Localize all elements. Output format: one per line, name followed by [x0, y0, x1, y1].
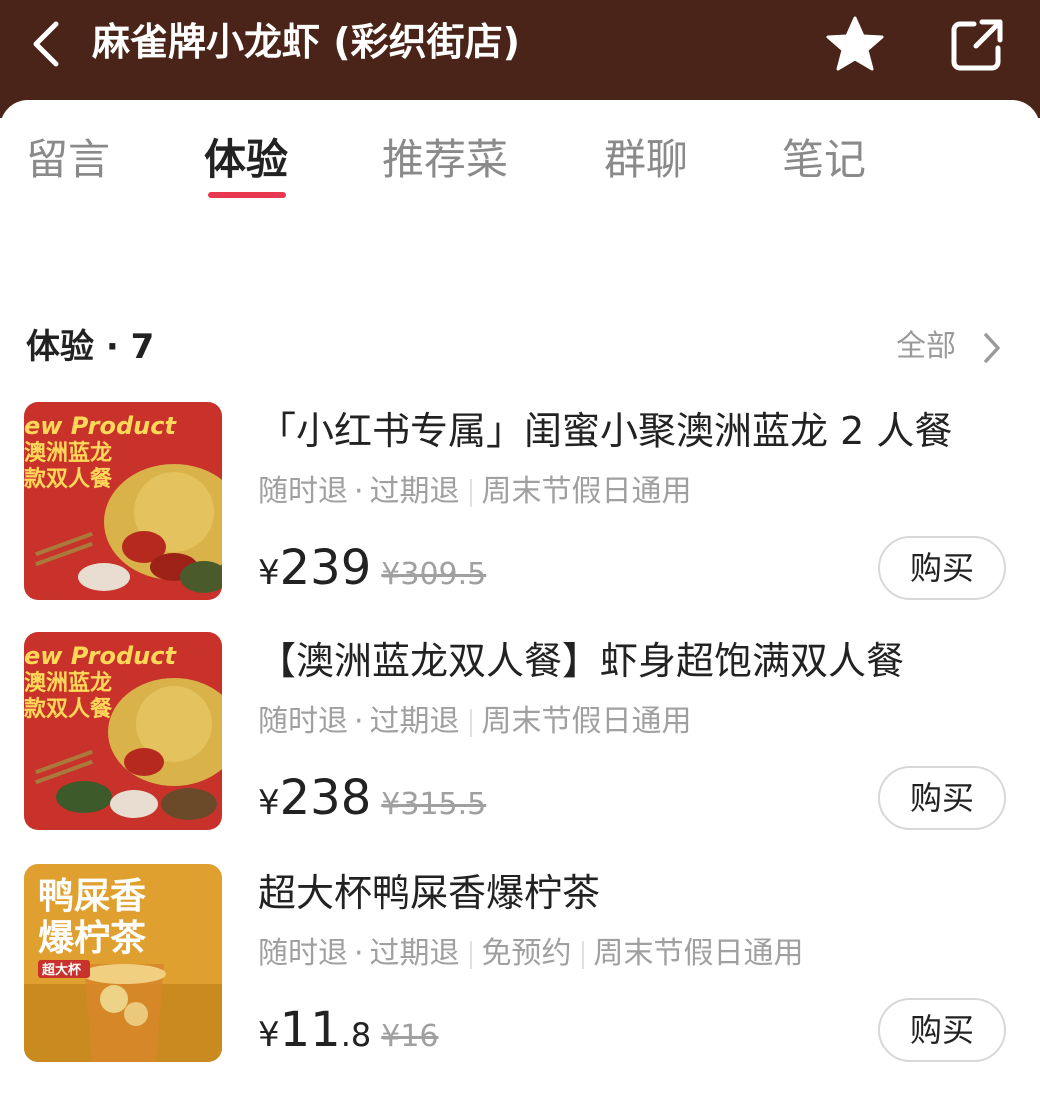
currency-symbol: ¥: [258, 553, 280, 593]
price-decimal: .8: [340, 1016, 372, 1054]
section-title: 体验 · 7: [26, 327, 155, 367]
svg-text:ew Product: ew Product: [24, 642, 177, 670]
share-button[interactable]: [944, 12, 1010, 78]
price-row: ¥239 ¥309.5: [258, 540, 486, 600]
tag: 随时退: [258, 474, 348, 509]
page-title: 麻雀牌小龙虾 (彩织街店): [92, 20, 520, 64]
see-all-label: 全部: [896, 329, 956, 364]
tag: 周末节假日通用: [481, 474, 692, 509]
tag: 过期退: [369, 474, 460, 509]
tab-bar: 留言 体验 推荐菜 群聊 笔记: [0, 130, 1040, 210]
svg-text:款双人餐: 款双人餐: [24, 466, 113, 492]
tag: 周末节假日通用: [481, 704, 692, 739]
buy-button[interactable]: 购买: [878, 998, 1006, 1062]
tab-comments[interactable]: 留言: [26, 130, 110, 190]
svg-text:款双人餐: 款双人餐: [24, 696, 113, 722]
product-image: ew Product 澳洲蓝龙 款双人餐: [24, 632, 222, 830]
item-title: 【澳洲蓝龙双人餐】虾身超饱满双人餐: [258, 639, 905, 683]
price: 11: [279, 1002, 341, 1058]
tag: 随时退: [258, 704, 348, 739]
divider: [469, 708, 472, 737]
svg-text:ew Product: ew Product: [24, 412, 177, 440]
list-item[interactable]: ew Product 澳洲蓝龙 款双人餐 「小红书专属」闺蜜小聚澳洲蓝龙 2 人…: [0, 402, 1040, 612]
price: 239: [279, 540, 372, 596]
buy-button[interactable]: 购买: [878, 766, 1006, 830]
price: 238: [279, 770, 372, 826]
price-row: ¥11.8 ¥16: [258, 1002, 439, 1062]
star-icon: [826, 16, 884, 71]
favorite-button[interactable]: [822, 12, 888, 78]
item-tags: 随时退 · 过期退 免预约 周末节假日通用: [258, 936, 804, 971]
svg-text:鸭屎香: 鸭屎香: [38, 876, 146, 917]
item-tags: 随时退 · 过期退 周末节假日通用: [258, 704, 692, 739]
product-thumbnail[interactable]: ew Product 澳洲蓝龙 款双人餐: [24, 632, 222, 830]
tab-group-chat[interactable]: 群聊: [604, 130, 688, 190]
svg-text:爆柠茶: 爆柠茶: [38, 918, 147, 959]
original-price: ¥16: [381, 1019, 439, 1054]
chevron-right-icon: [983, 332, 1000, 363]
list-item[interactable]: 鸭屎香 爆柠茶 超大杯 超大杯鸭屎香爆柠茶 随时退 · 过期退 免预约 周末节假日通用 …: [0, 864, 1040, 1074]
tab-experience[interactable]: 体验: [204, 130, 288, 190]
svg-text:澳洲蓝龙: 澳洲蓝龙: [24, 670, 112, 696]
product-image: 鸭屎香 爆柠茶 超大杯: [24, 864, 222, 1062]
original-price: ¥315.5: [381, 787, 487, 822]
tag: 过期退: [369, 704, 460, 739]
svg-text:超大杯: 超大杯: [42, 962, 82, 978]
svg-text:澳洲蓝龙: 澳洲蓝龙: [24, 440, 112, 466]
item-title: 「小红书专属」闺蜜小聚澳洲蓝龙 2 人餐: [258, 409, 953, 453]
tag: 过期退: [369, 936, 460, 971]
currency-symbol: ¥: [258, 783, 280, 823]
currency-symbol: ¥: [258, 1015, 280, 1055]
tag: 周末节假日通用: [593, 936, 804, 971]
see-all-link[interactable]: 全部: [896, 322, 1002, 372]
tab-recommended[interactable]: 推荐菜: [382, 130, 508, 190]
price-row: ¥238 ¥315.5: [258, 770, 486, 830]
original-price: ¥309.5: [381, 557, 487, 592]
share-icon: [951, 19, 1003, 71]
product-image: ew Product 澳洲蓝龙 款双人餐: [24, 402, 222, 600]
product-thumbnail[interactable]: ew Product 澳洲蓝龙 款双人餐: [24, 402, 222, 600]
divider: [469, 478, 472, 507]
chevron-left-icon: [33, 21, 59, 67]
buy-button[interactable]: 购买: [878, 536, 1006, 600]
tag: 免预约: [481, 936, 572, 971]
divider: [581, 940, 584, 969]
list-item[interactable]: ew Product 澳洲蓝龙 款双人餐 【澳洲蓝龙双人餐】虾身超饱满双人餐 随…: [0, 632, 1040, 842]
divider: [469, 940, 472, 969]
tag: 随时退: [258, 936, 348, 971]
item-tags: 随时退 · 过期退 周末节假日通用: [258, 474, 692, 509]
product-thumbnail[interactable]: 鸭屎香 爆柠茶 超大杯: [24, 864, 222, 1062]
back-button[interactable]: [24, 14, 72, 74]
tab-notes[interactable]: 笔记: [782, 130, 866, 190]
active-tab-indicator: [208, 192, 286, 198]
item-title: 超大杯鸭屎香爆柠茶: [258, 871, 601, 915]
